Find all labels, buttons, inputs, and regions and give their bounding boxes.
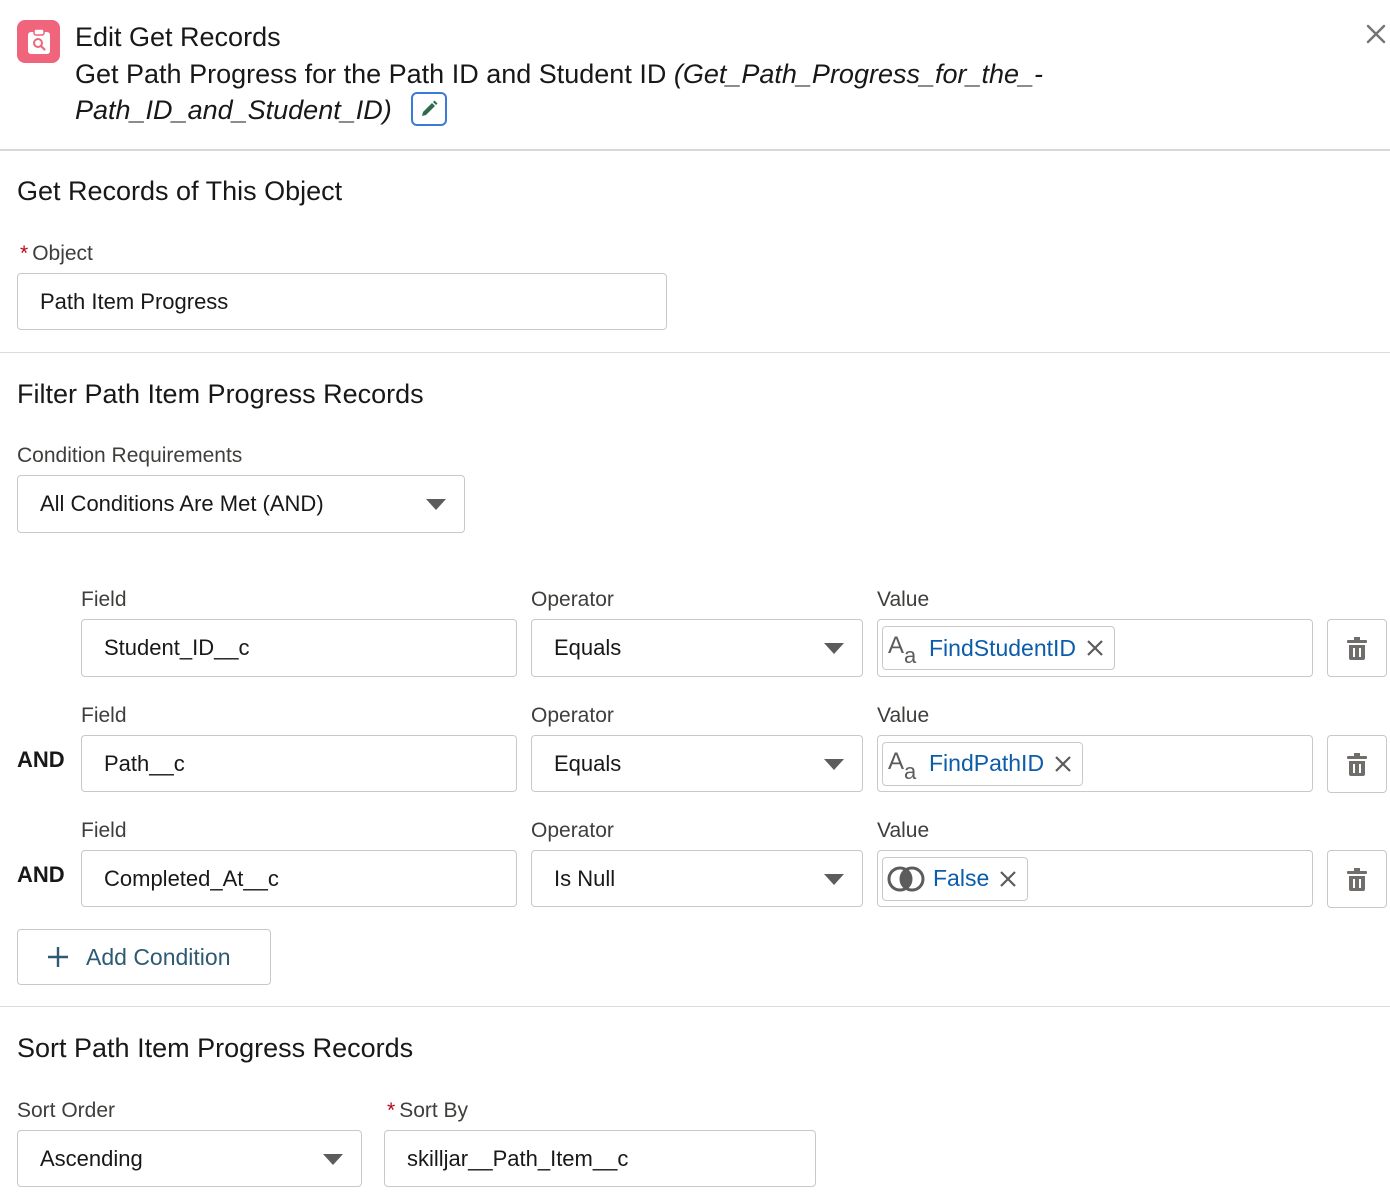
text-variable-icon: A a — [888, 748, 917, 781]
remove-value-button[interactable] — [1052, 753, 1074, 775]
svg-text:a: a — [904, 759, 917, 781]
sort-section-title: Sort Path Item Progress Records — [17, 1033, 414, 1063]
sort-by-input[interactable]: skilljar__Path_Item__c — [384, 1130, 816, 1187]
trash-icon — [1347, 637, 1367, 660]
condition-field-input[interactable]: Path__c — [81, 735, 517, 792]
condition-requirements-value: All Conditions Are Met (AND) — [40, 491, 324, 516]
add-condition-button[interactable]: Add Condition — [17, 929, 271, 985]
condition-operator-value: Is Null — [554, 865, 616, 891]
value-label: Value — [877, 588, 930, 611]
condition-operator-value: Equals — [554, 635, 622, 660]
svg-text:A: A — [888, 748, 904, 775]
condition-operator-select[interactable]: Is Null — [531, 850, 863, 907]
condition-field-value: Completed_At__c — [104, 865, 279, 891]
value-label: Value — [877, 819, 930, 842]
condition-requirements-label: Condition Requirements — [17, 444, 243, 467]
get-records-icon — [17, 20, 60, 63]
delete-condition-button[interactable] — [1327, 619, 1387, 677]
value-pill-text: FindPathID — [929, 750, 1045, 776]
condition-operator-select[interactable]: Equals — [531, 619, 863, 677]
filter-section-title: Filter Path Item Progress Records — [17, 379, 424, 409]
condition-operator-value: Equals — [554, 750, 622, 776]
delete-condition-button[interactable] — [1327, 850, 1387, 908]
remove-value-button[interactable] — [997, 868, 1019, 890]
sort-by-label: * Sort By — [387, 1099, 469, 1122]
field-label: Field — [81, 819, 127, 842]
element-label-text: Get Path Progress for the Path ID and St… — [75, 59, 667, 89]
object-input-value: Path Item Progress — [40, 288, 229, 314]
field-label: Field — [81, 704, 127, 727]
object-label: * Object — [20, 242, 93, 265]
section-divider — [0, 1006, 1390, 1007]
text-variable-icon: A a — [888, 632, 917, 665]
delete-condition-button[interactable] — [1327, 735, 1387, 793]
value-pill: A a FindStudentID — [882, 626, 1116, 670]
trash-icon — [1347, 753, 1367, 776]
condition-field-input[interactable]: Student_ID__c — [81, 619, 517, 677]
condition-field-value: Student_ID__c — [104, 635, 250, 660]
edit-label-button[interactable] — [411, 91, 448, 126]
chevron-down-icon — [426, 499, 446, 510]
sort-order-select[interactable]: Ascending — [17, 1130, 362, 1187]
value-label: Value — [877, 704, 930, 727]
trash-icon — [1347, 868, 1367, 891]
close-button[interactable] — [1362, 20, 1390, 48]
element-label: Get Path Progress for the Path ID and St… — [75, 56, 1175, 129]
chevron-down-icon — [824, 758, 844, 770]
condition-value-input[interactable]: False — [877, 850, 1313, 907]
sort-by-value: skilljar__Path_Item__c — [407, 1145, 629, 1171]
chevron-down-icon — [824, 873, 844, 885]
plus-icon — [48, 947, 68, 967]
svg-text:a: a — [904, 643, 917, 665]
condition-field-value: Path__c — [104, 750, 185, 776]
operator-label: Operator — [531, 588, 614, 611]
pencil-icon — [422, 100, 438, 116]
condition-value-input[interactable]: A a FindPathID — [877, 735, 1313, 792]
condition-value-input[interactable]: A a FindStudentID — [877, 619, 1313, 677]
object-section-title: Get Records of This Object — [17, 176, 343, 206]
modal-title: Edit Get Records — [75, 22, 281, 52]
sort-order-label: Sort Order — [17, 1099, 116, 1122]
operator-label: Operator — [531, 819, 614, 842]
close-icon — [1087, 640, 1103, 656]
header-divider — [0, 149, 1390, 151]
value-pill: False — [882, 856, 1029, 901]
close-icon — [1000, 870, 1017, 887]
remove-value-button[interactable] — [1084, 637, 1106, 659]
close-icon — [1366, 24, 1386, 44]
operator-label: Operator — [531, 704, 614, 727]
condition-operator-select[interactable]: Equals — [531, 735, 863, 792]
field-label: Field — [81, 588, 127, 611]
condition-field-input[interactable]: Completed_At__c — [81, 850, 517, 907]
svg-text:A: A — [888, 632, 904, 659]
add-condition-label: Add Condition — [86, 943, 231, 970]
value-pill-text: FindStudentID — [929, 634, 1077, 661]
condition-connector: AND — [17, 747, 65, 772]
close-icon — [1055, 755, 1071, 772]
value-pill-text: False — [933, 865, 990, 891]
condition-connector: AND — [17, 862, 65, 887]
section-divider — [0, 352, 1390, 353]
value-pill: A a FindPathID — [882, 741, 1084, 786]
chevron-down-icon — [824, 643, 844, 654]
object-input[interactable]: Path Item Progress — [17, 273, 667, 330]
condition-requirements-select[interactable]: All Conditions Are Met (AND) — [17, 475, 465, 533]
chevron-down-icon — [323, 1153, 343, 1165]
sort-order-value: Ascending — [40, 1145, 143, 1171]
boolean-icon — [887, 866, 925, 891]
